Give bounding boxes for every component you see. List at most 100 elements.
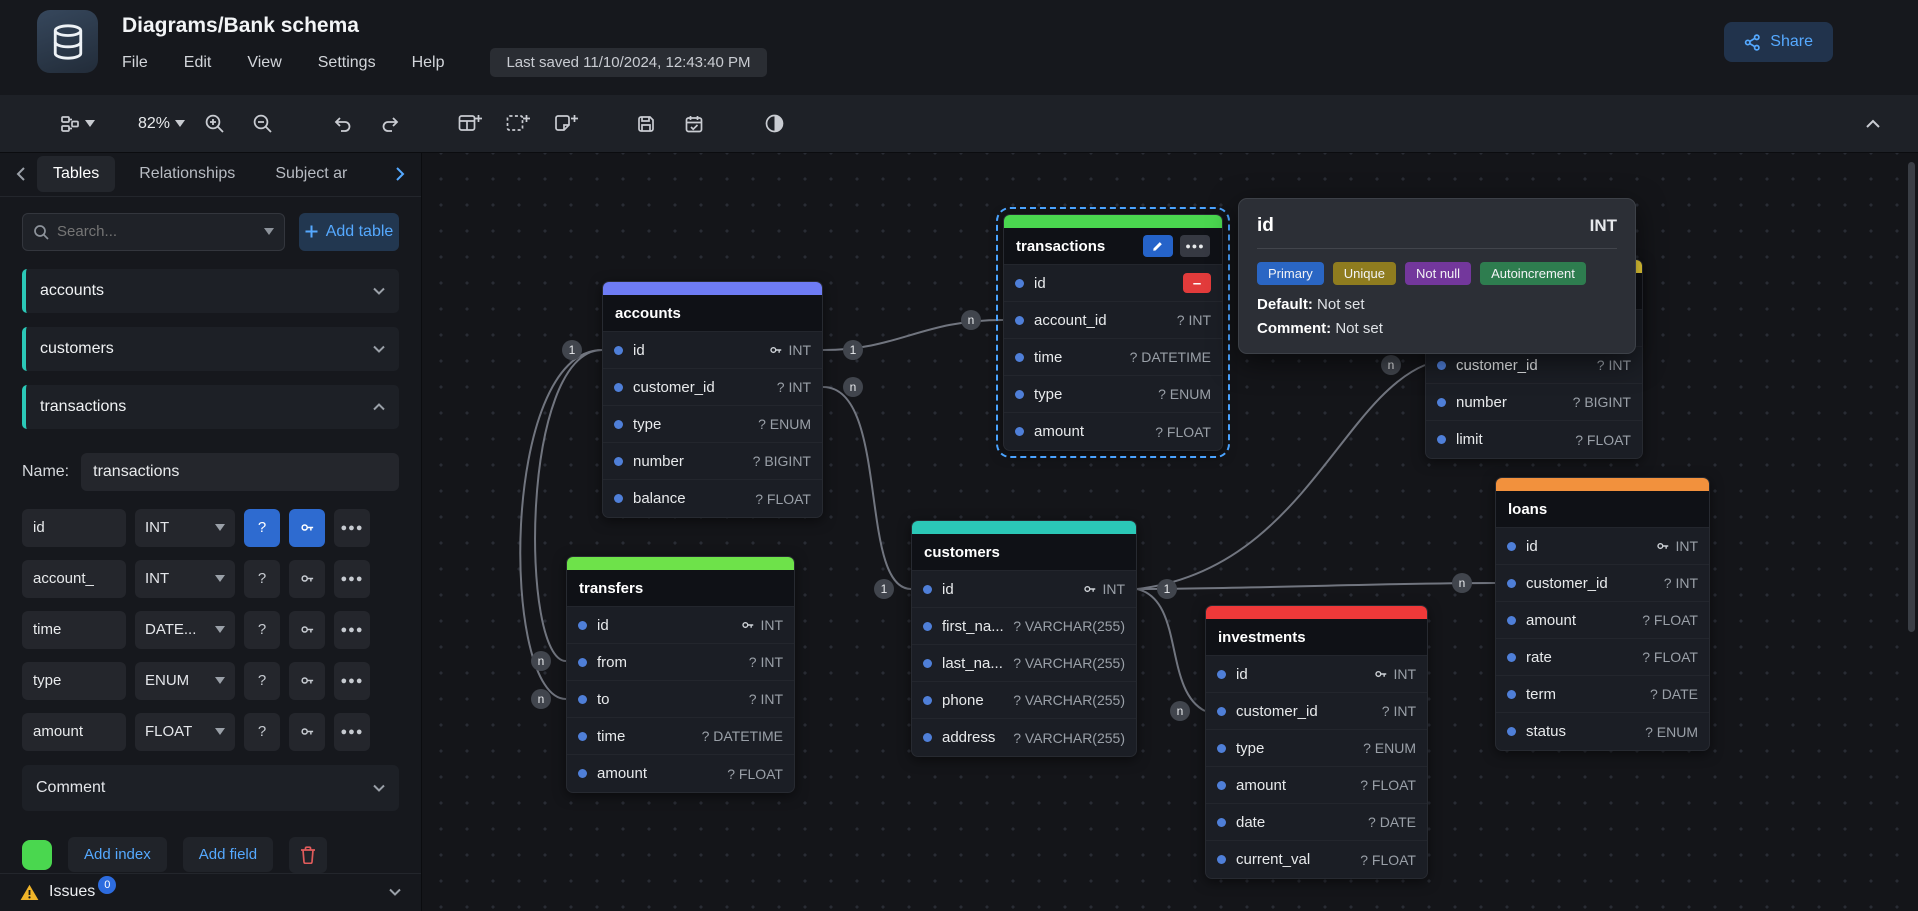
- field-row-to[interactable]: to? INT: [567, 681, 794, 718]
- table-title-row[interactable]: investments: [1206, 619, 1427, 656]
- field-row-id[interactable]: idINT: [912, 571, 1136, 608]
- zoom-in-button[interactable]: [195, 105, 233, 143]
- field-row-type[interactable]: type? ENUM: [603, 406, 822, 443]
- diagram-layout-button[interactable]: [58, 105, 96, 143]
- field-type-select[interactable]: INT: [135, 560, 235, 598]
- field-row-customer_id[interactable]: customer_id? INT: [1496, 565, 1709, 602]
- primary-key-toggle[interactable]: [289, 560, 325, 598]
- edit-table-button[interactable]: [1143, 235, 1173, 257]
- field-type-select[interactable]: FLOAT: [135, 713, 235, 751]
- field-options-button[interactable]: ●●●: [334, 662, 370, 700]
- nullable-toggle[interactable]: ?: [244, 611, 280, 649]
- field-options-button[interactable]: ●●●: [334, 560, 370, 598]
- field-name-input[interactable]: [22, 509, 126, 547]
- table-title-row[interactable]: transfers: [567, 570, 794, 607]
- add-note-button[interactable]: [547, 105, 585, 143]
- field-row-customer_id[interactable]: customer_id? INT: [603, 369, 822, 406]
- zoom-out-button[interactable]: [243, 105, 281, 143]
- field-row-type[interactable]: type? ENUM: [1004, 376, 1222, 413]
- menu-file[interactable]: File: [122, 54, 148, 72]
- field-row-date[interactable]: date? DATE: [1206, 804, 1427, 841]
- menu-help[interactable]: Help: [412, 54, 445, 72]
- nullable-toggle[interactable]: ?: [244, 509, 280, 547]
- field-row-id[interactable]: idINT: [1496, 528, 1709, 565]
- field-row-type[interactable]: type? ENUM: [1206, 730, 1427, 767]
- primary-key-toggle[interactable]: [289, 713, 325, 751]
- field-row-from[interactable]: from? INT: [567, 644, 794, 681]
- table-title-row[interactable]: loans: [1496, 491, 1709, 528]
- search-input[interactable]: [57, 223, 256, 240]
- table-color-swatch[interactable]: [22, 840, 52, 870]
- table-name-input[interactable]: [81, 453, 399, 491]
- field-row-term[interactable]: term? DATE: [1496, 676, 1709, 713]
- field-row-account_id[interactable]: account_id? INT: [1004, 302, 1222, 339]
- field-type-select[interactable]: DATE...: [135, 611, 235, 649]
- field-name-input[interactable]: [22, 560, 126, 598]
- add-area-button[interactable]: [499, 105, 537, 143]
- share-button[interactable]: Share: [1724, 22, 1833, 62]
- chevron-down-icon[interactable]: [389, 888, 401, 896]
- field-row-amount[interactable]: amount? FLOAT: [567, 755, 794, 792]
- tabs-scroll-right-button[interactable]: [392, 163, 409, 185]
- field-row-number[interactable]: number? BIGINT: [1426, 384, 1642, 421]
- table-more-button[interactable]: ●●●: [1180, 235, 1210, 257]
- field-type-select[interactable]: ENUM: [135, 662, 235, 700]
- save-button[interactable]: [627, 105, 665, 143]
- issues-bar[interactable]: Issues 0: [0, 873, 421, 911]
- table-title-row[interactable]: accounts: [603, 295, 822, 332]
- table-node-accounts[interactable]: accountsidINTcustomer_id? INTtype? ENUMn…: [602, 281, 823, 518]
- primary-key-toggle[interactable]: [289, 662, 325, 700]
- nullable-toggle[interactable]: ?: [244, 713, 280, 751]
- search-box[interactable]: [22, 213, 285, 251]
- add-table-button[interactable]: Add table: [299, 213, 399, 251]
- add-field-button[interactable]: Add field: [183, 837, 273, 872]
- field-row-rate[interactable]: rate? FLOAT: [1496, 639, 1709, 676]
- table-title-row[interactable]: customers: [912, 534, 1136, 571]
- field-options-button[interactable]: ●●●: [334, 509, 370, 547]
- theme-toggle-button[interactable]: [755, 105, 793, 143]
- sidebar-table-customers[interactable]: customers: [22, 327, 399, 371]
- sidebar-scrollbar[interactable]: [1908, 162, 1915, 632]
- primary-key-toggle[interactable]: [289, 611, 325, 649]
- field-options-button[interactable]: ●●●: [334, 713, 370, 751]
- comment-collapse[interactable]: Comment: [22, 765, 399, 811]
- field-row-customer_id[interactable]: customer_id? INT: [1206, 693, 1427, 730]
- app-logo[interactable]: [37, 10, 98, 73]
- menu-settings[interactable]: Settings: [318, 54, 376, 72]
- menu-edit[interactable]: Edit: [184, 54, 212, 72]
- field-row-limit[interactable]: limit? FLOAT: [1426, 421, 1642, 458]
- table-title-row[interactable]: transactions●●●: [1004, 228, 1222, 265]
- field-type-select[interactable]: INT: [135, 509, 235, 547]
- table-node-customers[interactable]: customersidINTfirst_na...? VARCHAR(255)l…: [911, 520, 1137, 757]
- field-row-phone[interactable]: phone? VARCHAR(255): [912, 682, 1136, 719]
- table-node-transactions[interactable]: transactions●●●id–account_id? INTtime? D…: [1003, 214, 1223, 451]
- primary-key-toggle[interactable]: [289, 509, 325, 547]
- add-index-button[interactable]: Add index: [68, 837, 167, 872]
- field-row-amount[interactable]: amount? FLOAT: [1496, 602, 1709, 639]
- field-row-id[interactable]: idINT: [603, 332, 822, 369]
- nullable-toggle[interactable]: ?: [244, 662, 280, 700]
- delete-field-button[interactable]: –: [1183, 273, 1211, 293]
- tab-tables[interactable]: Tables: [37, 156, 115, 192]
- nullable-toggle[interactable]: ?: [244, 560, 280, 598]
- tabs-scroll-left-button[interactable]: [12, 163, 29, 185]
- field-row-first_na[interactable]: first_na...? VARCHAR(255): [912, 608, 1136, 645]
- field-row-amount[interactable]: amount? FLOAT: [1004, 413, 1222, 450]
- tab-relationships[interactable]: Relationships: [123, 156, 251, 192]
- table-node-loans[interactable]: loansidINTcustomer_id? INTamount? FLOATr…: [1495, 477, 1710, 751]
- zoom-level-select[interactable]: 82%: [138, 105, 185, 143]
- table-node-investments[interactable]: investmentsidINTcustomer_id? INTtype? EN…: [1205, 605, 1428, 879]
- field-name-input[interactable]: [22, 611, 126, 649]
- menu-view[interactable]: View: [247, 54, 281, 72]
- field-row-current_val[interactable]: current_val? FLOAT: [1206, 841, 1427, 878]
- field-name-input[interactable]: [22, 713, 126, 751]
- field-row-amount[interactable]: amount? FLOAT: [1206, 767, 1427, 804]
- field-row-status[interactable]: status? ENUM: [1496, 713, 1709, 750]
- chevron-down-icon[interactable]: [264, 228, 274, 235]
- field-row-balance[interactable]: balance? FLOAT: [603, 480, 822, 517]
- field-name-input[interactable]: [22, 662, 126, 700]
- sidebar-table-transactions[interactable]: transactions: [22, 385, 399, 429]
- field-row-number[interactable]: number? BIGINT: [603, 443, 822, 480]
- field-row-address[interactable]: address? VARCHAR(255): [912, 719, 1136, 756]
- add-table-tool-button[interactable]: [451, 105, 489, 143]
